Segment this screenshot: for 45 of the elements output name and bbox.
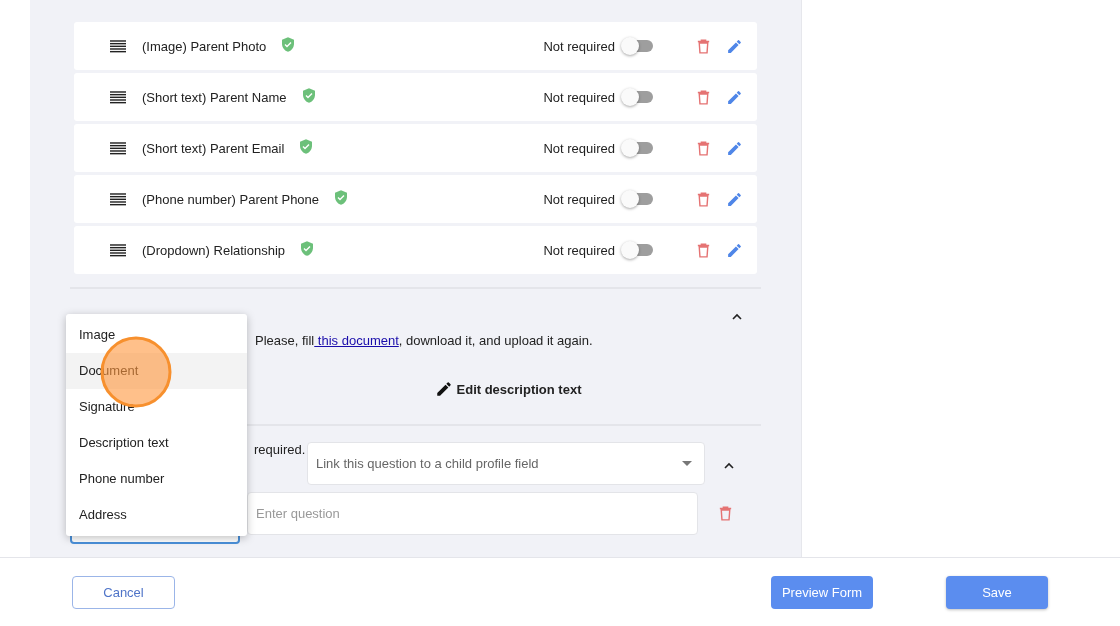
edit-icon[interactable] [726, 88, 743, 106]
drag-handle-icon[interactable] [110, 192, 126, 206]
menu-item[interactable]: Address [66, 497, 247, 533]
menu-item[interactable]: Image [66, 317, 247, 353]
required-toggle[interactable] [623, 91, 653, 103]
menu-item[interactable]: Description text [66, 425, 247, 461]
question-input[interactable]: Enter question [247, 492, 698, 535]
required-label: Not required [543, 140, 615, 156]
pencil-icon [434, 380, 453, 398]
edit-icon[interactable] [726, 37, 743, 55]
field-label: (Dropdown) Relationship [142, 242, 286, 258]
edit-icon[interactable] [726, 190, 743, 208]
drag-handle-icon[interactable] [110, 39, 126, 53]
required-text: required. [254, 442, 307, 457]
field-label: (Phone number) Parent Phone [142, 191, 320, 207]
edit-description-button[interactable]: Edit description text [434, 380, 582, 398]
field-label: (Short text) Parent Name [142, 89, 287, 105]
cancel-button[interactable]: Cancel [72, 575, 175, 609]
required-label: Not required [543, 191, 615, 207]
delete-icon[interactable] [695, 139, 712, 157]
required-label: Not required [543, 38, 615, 54]
document-link[interactable]: this document [314, 333, 399, 348]
delete-icon[interactable] [695, 88, 712, 106]
caret-icon [682, 461, 692, 466]
description-text: Please, fill this document, download it, and upload it again. [255, 333, 594, 348]
required-toggle[interactable] [623, 142, 653, 154]
required-toggle[interactable] [623, 40, 653, 52]
drag-handle-icon[interactable] [110, 90, 126, 104]
edit-icon[interactable] [726, 241, 743, 259]
delete-icon[interactable] [695, 190, 712, 208]
edit-icon[interactable] [726, 139, 743, 157]
required-toggle[interactable] [623, 244, 653, 256]
menu-item[interactable]: Signature [66, 389, 247, 425]
link-select[interactable]: Link this question to a child profile field [307, 442, 705, 485]
required-label: Not required [543, 89, 615, 105]
drag-handle-icon[interactable] [110, 243, 126, 257]
field-label: (Image) Parent Photo [142, 38, 267, 54]
field-label: (Short text) Parent Email [142, 140, 285, 156]
delete-icon[interactable] [695, 37, 712, 55]
delete-icon[interactable] [695, 241, 712, 259]
drag-handle-icon[interactable] [110, 141, 126, 155]
menu-item[interactable]: Phone number [66, 461, 247, 497]
required-toggle[interactable] [623, 193, 653, 205]
required-label: Not required [543, 242, 615, 258]
delete-icon[interactable] [717, 505, 734, 522]
